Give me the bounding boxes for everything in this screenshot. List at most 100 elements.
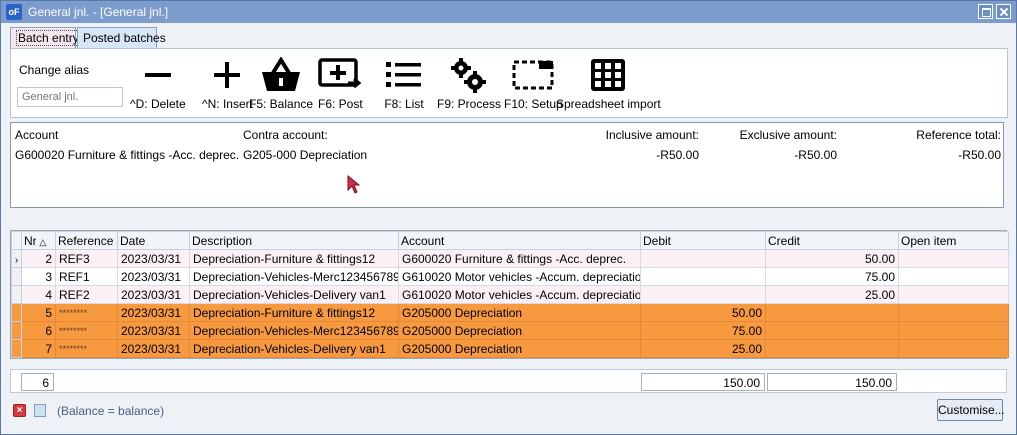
column-header-nr[interactable]: Nr △ <box>21 231 56 250</box>
column-header-date[interactable]: Date <box>117 231 190 250</box>
cell-reference[interactable]: ******** <box>55 321 118 340</box>
cell-debit[interactable] <box>640 249 766 268</box>
cell-account[interactable]: G610020 Motor vehicles -Accum. depreciat… <box>398 285 641 304</box>
cell-open-item[interactable] <box>898 285 1009 304</box>
mouse-cursor-icon <box>347 175 361 194</box>
cell-debit[interactable]: 50.00 <box>640 303 766 322</box>
insert-button[interactable]: ^N: Insert <box>202 57 253 111</box>
restore-button[interactable] <box>978 4 993 19</box>
cell-date[interactable]: 2023/03/31 <box>117 303 190 322</box>
cell-credit[interactable] <box>765 339 899 358</box>
table-row[interactable]: 7 ******** 2023/03/31 Depreciation-Vehicles… <box>11 339 1009 358</box>
row-indicator[interactable] <box>11 285 22 304</box>
table-row[interactable]: › 2 REF3 2023/03/31 Depreciation-Furniture &… <box>11 249 1009 268</box>
change-alias-link[interactable]: Change alias <box>19 63 89 77</box>
cell-nr[interactable]: 4 <box>21 285 56 304</box>
window-title: General jnl. - [General jnl.] <box>28 5 169 19</box>
delete-button[interactable]: ^D: Delete <box>130 57 186 111</box>
cell-nr[interactable]: 2 <box>21 249 56 268</box>
column-header-debit[interactable]: Debit <box>640 231 766 250</box>
title-bar[interactable]: oF General jnl. - [General jnl.] <box>1 1 1016 23</box>
column-header-reference[interactable]: Reference <box>55 231 118 250</box>
table-row[interactable]: 6 ******** 2023/03/31 Depreciation-Vehicles… <box>11 321 1009 340</box>
exclusive-amount-value: -R50.00 <box>794 148 837 162</box>
document-icon[interactable] <box>34 404 46 417</box>
cell-nr[interactable]: 5 <box>21 303 56 322</box>
delete-label: ^D: Delete <box>130 97 186 111</box>
cell-description[interactable]: Depreciation-Vehicles-Delivery van1 <box>189 285 399 304</box>
cell-credit[interactable]: 75.00 <box>765 267 899 286</box>
cell-credit[interactable]: 25.00 <box>765 285 899 304</box>
cell-nr[interactable]: 6 <box>21 321 56 340</box>
error-icon[interactable]: × <box>13 404 26 417</box>
post-icon <box>318 58 362 89</box>
cell-date[interactable]: 2023/03/31 <box>117 267 190 286</box>
cell-debit[interactable] <box>640 285 766 304</box>
row-indicator[interactable] <box>11 321 22 340</box>
account-label: Account <box>15 128 59 142</box>
cell-reference[interactable]: REF3 <box>55 249 118 268</box>
table-row[interactable]: 3 REF1 2023/03/31 Depreciation-Vehicles-Mer… <box>11 267 1009 286</box>
cell-account[interactable]: G600020 Furniture & fittings -Acc. depre… <box>398 249 641 268</box>
close-button[interactable] <box>996 4 1011 19</box>
cell-reference[interactable]: ******** <box>55 339 118 358</box>
tab-batch-entry[interactable]: Batch entry <box>10 27 81 49</box>
cell-open-item[interactable] <box>898 267 1009 286</box>
row-indicator-header <box>11 231 22 250</box>
cell-reference[interactable]: REF1 <box>55 267 118 286</box>
cell-open-item[interactable] <box>898 321 1009 340</box>
cell-debit[interactable]: 75.00 <box>640 321 766 340</box>
cell-reference[interactable]: ******** <box>55 303 118 322</box>
cell-description[interactable]: Depreciation-Furniture & fittings12 <box>189 303 399 322</box>
cell-debit[interactable]: 25.00 <box>640 339 766 358</box>
table-row[interactable]: 4 REF2 2023/03/31 Depreciation-Vehicles-Del… <box>11 285 1009 304</box>
cell-debit[interactable] <box>640 267 766 286</box>
column-header-credit[interactable]: Credit <box>765 231 899 250</box>
cell-account[interactable]: G205000 Depreciation <box>398 303 641 322</box>
cell-description[interactable]: Depreciation-Vehicles-Merc123456789 <box>189 267 399 286</box>
spreadsheet-import-button[interactable]: Spreadsheet import <box>556 57 661 111</box>
row-indicator[interactable]: › <box>11 249 22 268</box>
contra-account-value: G205-000 Depreciation <box>243 148 368 162</box>
list-button[interactable]: F8: List <box>384 57 424 111</box>
cell-open-item[interactable] <box>898 249 1009 268</box>
journal-window: oF General jnl. - [General jnl.] Batch e… <box>0 0 1017 435</box>
cell-date[interactable]: 2023/03/31 <box>117 321 190 340</box>
column-header-open-item[interactable]: Open item <box>898 231 1009 250</box>
cell-nr[interactable]: 7 <box>21 339 56 358</box>
process-button[interactable]: F9: Process <box>437 57 501 111</box>
cell-description[interactable]: Depreciation-Vehicles-Merc123456789 <box>189 321 399 340</box>
cell-date[interactable]: 2023/03/31 <box>117 339 190 358</box>
table-row[interactable]: 5 ******** 2023/03/31 Depreciation-Furnitur… <box>11 303 1009 322</box>
cell-open-item[interactable] <box>898 303 1009 322</box>
balance-button[interactable]: F5: Balance <box>249 57 313 111</box>
cell-date[interactable]: 2023/03/31 <box>117 249 190 268</box>
customise-button[interactable]: Customise... <box>937 399 1005 421</box>
reference-total-label: Reference total: <box>916 128 1001 142</box>
column-header-account[interactable]: Account <box>398 231 641 250</box>
grid-header: Nr △ Reference Date Description Account … <box>11 231 1009 250</box>
tab-posted-batches[interactable]: Posted batches <box>77 27 166 49</box>
cell-description[interactable]: Depreciation-Furniture & fittings12 <box>189 249 399 268</box>
cell-nr[interactable]: 3 <box>21 267 56 286</box>
cell-credit[interactable] <box>765 303 899 322</box>
row-indicator[interactable] <box>11 339 22 358</box>
column-header-description[interactable]: Description <box>189 231 399 250</box>
setup-button[interactable]: F10: Setup <box>504 57 563 111</box>
cell-account[interactable]: G205000 Depreciation <box>398 321 641 340</box>
cell-credit[interactable]: 50.00 <box>765 249 899 268</box>
cell-reference[interactable]: REF2 <box>55 285 118 304</box>
row-indicator[interactable] <box>11 303 22 322</box>
list-icon <box>386 62 421 87</box>
cell-account[interactable]: G610020 Motor vehicles -Accum. depreciat… <box>398 267 641 286</box>
cell-description[interactable]: Depreciation-Vehicles-Delivery van1 <box>189 339 399 358</box>
cell-account[interactable]: G205000 Depreciation <box>398 339 641 358</box>
cell-open-item[interactable] <box>898 339 1009 358</box>
cell-credit[interactable] <box>765 321 899 340</box>
post-button[interactable]: F6: Post <box>318 57 363 111</box>
balance-label: F5: Balance <box>249 97 314 111</box>
alias-input[interactable] <box>17 87 123 107</box>
minus-icon <box>144 73 171 77</box>
cell-date[interactable]: 2023/03/31 <box>117 285 190 304</box>
row-indicator[interactable] <box>11 267 22 286</box>
